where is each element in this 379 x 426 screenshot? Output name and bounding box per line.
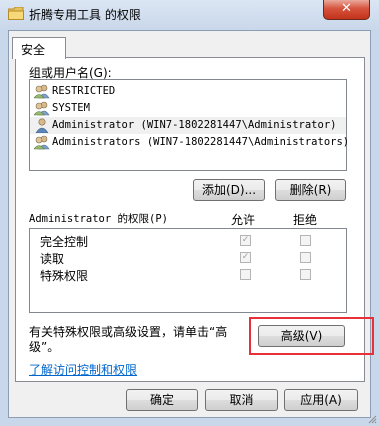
list-item[interactable]: Administrator (WIN7-1802281447\Administr… bbox=[30, 117, 346, 134]
tab-security[interactable]: 安全 bbox=[12, 37, 66, 59]
apply-button[interactable]: 应用(A) bbox=[284, 389, 358, 411]
close-button[interactable]: ✕ bbox=[323, 0, 370, 20]
users-group-icon bbox=[34, 84, 50, 99]
permission-name: 读取 bbox=[40, 252, 65, 266]
help-link[interactable]: 了解访问控制和权限 bbox=[29, 361, 137, 378]
add-button[interactable]: 添加(D)... bbox=[193, 179, 265, 201]
advanced-button[interactable]: 高级(V) bbox=[258, 325, 345, 347]
allow-checkbox[interactable] bbox=[240, 269, 251, 280]
folder-icon bbox=[8, 7, 24, 20]
permission-name: 特殊权限 bbox=[40, 269, 89, 283]
list-item[interactable]: RESTRICTED bbox=[30, 83, 346, 100]
list-item-name: Administrators (WIN7-1802281447\Administ… bbox=[52, 136, 350, 148]
deny-checkbox[interactable] bbox=[300, 269, 311, 280]
permissions-header: Administrator 的权限(P) bbox=[29, 213, 168, 225]
permission-row: 完全控制 ✓ bbox=[30, 232, 346, 249]
advanced-note-line2: 级”。 bbox=[29, 340, 60, 354]
list-item-name: RESTRICTED bbox=[52, 85, 116, 97]
permission-row: 读取 ✓ bbox=[30, 249, 346, 266]
title-bar: 折腾专用工具 的权限 ✕ bbox=[0, 0, 379, 30]
allow-checkbox[interactable]: ✓ bbox=[240, 252, 251, 263]
permission-name: 完全控制 bbox=[40, 235, 89, 249]
user-icon bbox=[35, 118, 49, 133]
deny-column-header: 拒绝 bbox=[293, 213, 318, 227]
list-item-name: SYSTEM bbox=[52, 102, 90, 114]
allow-column-header: 允许 bbox=[231, 213, 256, 227]
users-listbox[interactable]: RESTRICTED SYSTEM Administrator (WIN7-18… bbox=[29, 79, 350, 171]
remove-button[interactable]: 删除(R) bbox=[275, 179, 346, 201]
deny-checkbox[interactable] bbox=[300, 235, 311, 246]
ok-button[interactable]: 确定 bbox=[126, 389, 198, 411]
users-group-icon bbox=[34, 135, 50, 150]
resize-grip-icon[interactable] bbox=[367, 414, 377, 424]
allow-checkbox[interactable]: ✓ bbox=[240, 235, 251, 246]
permissions-table: 完全控制 ✓ 读取 ✓ 特殊权限 bbox=[29, 228, 347, 313]
list-item[interactable]: SYSTEM bbox=[30, 100, 346, 117]
tab-label: 安全 bbox=[21, 43, 46, 57]
window-title: 折腾专用工具 的权限 bbox=[29, 8, 141, 22]
list-item-name: Administrator (WIN7-1802281447\Administr… bbox=[52, 119, 337, 131]
cancel-button[interactable]: 取消 bbox=[205, 389, 278, 411]
list-item[interactable]: Administrators (WIN7-1802281447\Administ… bbox=[30, 134, 350, 151]
deny-checkbox[interactable] bbox=[300, 252, 311, 263]
permission-row: 特殊权限 bbox=[30, 266, 346, 283]
users-group-icon bbox=[34, 101, 50, 116]
